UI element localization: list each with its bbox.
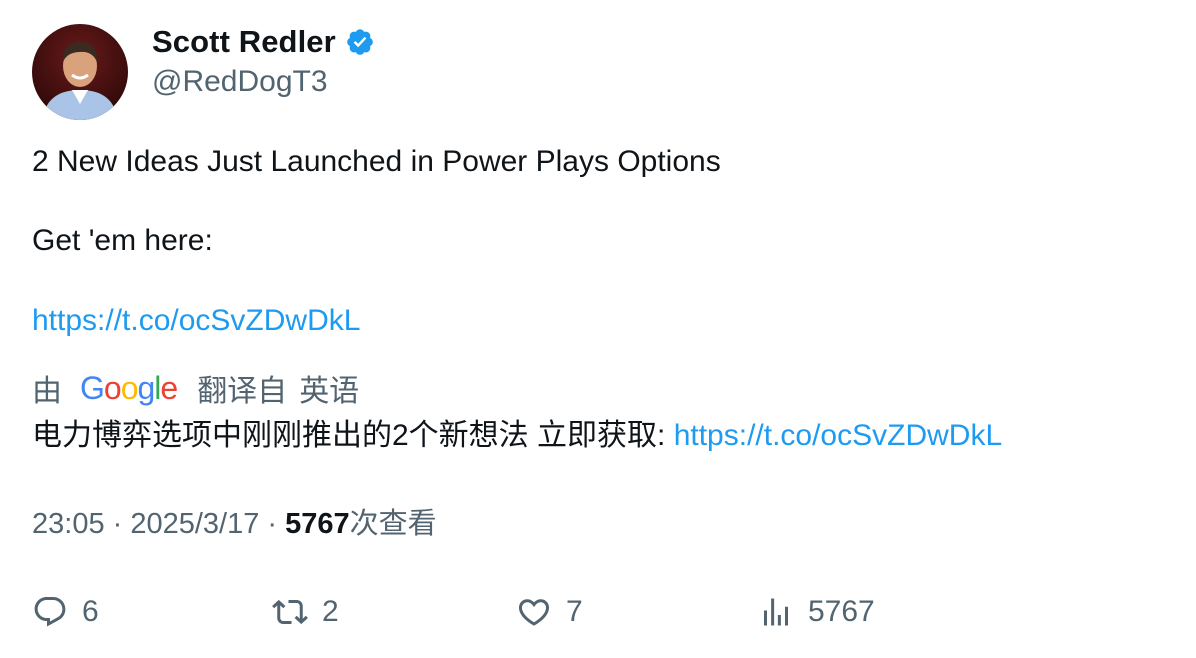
translated-link[interactable]: https://t.co/ocSvZDwDkL: [674, 419, 1002, 452]
author-display-name[interactable]: Scott Redler: [152, 24, 336, 60]
reply-count: 6: [82, 595, 99, 628]
tweet-date[interactable]: 2025/3/17: [130, 508, 259, 540]
google-logo: Google: [80, 369, 178, 406]
action-bar: 6 2 7 5767: [32, 592, 1164, 632]
meta-separator: ·: [104, 508, 131, 540]
reply-button[interactable]: 6: [32, 592, 99, 632]
analytics-icon: [764, 598, 788, 626]
meta-separator: ·: [259, 508, 286, 540]
views-action-count: 5767: [808, 595, 875, 628]
like-button[interactable]: 7: [516, 592, 583, 632]
translated-text: 电力博弈选项中刚刚推出的2个新想法 立即获取:: [32, 419, 674, 452]
views-count: 5767: [285, 508, 350, 540]
translation-by-label: 由: [32, 375, 62, 408]
verified-badge-icon[interactable]: [345, 27, 375, 57]
tweet-text-line-2: Get 'em here:: [32, 224, 213, 257]
source-language: 英语: [299, 375, 360, 408]
heart-icon: [518, 599, 550, 626]
views-label: 次查看: [349, 508, 437, 540]
like-count: 7: [566, 595, 583, 628]
avatar-image: [32, 24, 128, 120]
author-name-row: Scott Redler: [152, 22, 375, 62]
translated-text-line: 电力博弈选项中刚刚推出的2个新想法 立即获取: https://t.co/ocS…: [32, 416, 1002, 456]
avatar[interactable]: [32, 24, 128, 120]
translated-from-label: 翻译自: [197, 375, 288, 408]
translation-attribution: 由 Google 翻译自 英语: [32, 366, 359, 410]
author-handle[interactable]: @RedDogT3: [152, 62, 328, 102]
retweet-icon: [272, 599, 308, 625]
tweet-link[interactable]: https://t.co/ocSvZDwDkL: [32, 301, 360, 341]
retweet-count: 2: [322, 595, 339, 628]
reply-icon: [34, 597, 66, 627]
tweet-text-line-1: 2 New Ideas Just Launched in Power Plays…: [32, 145, 721, 178]
tweet-meta: 23:05 · 2025/3/17 · 5767次查看: [32, 504, 437, 544]
retweet-button[interactable]: 2: [272, 592, 339, 632]
tweet-time[interactable]: 23:05: [32, 508, 105, 540]
views-button[interactable]: 5767: [758, 592, 875, 632]
